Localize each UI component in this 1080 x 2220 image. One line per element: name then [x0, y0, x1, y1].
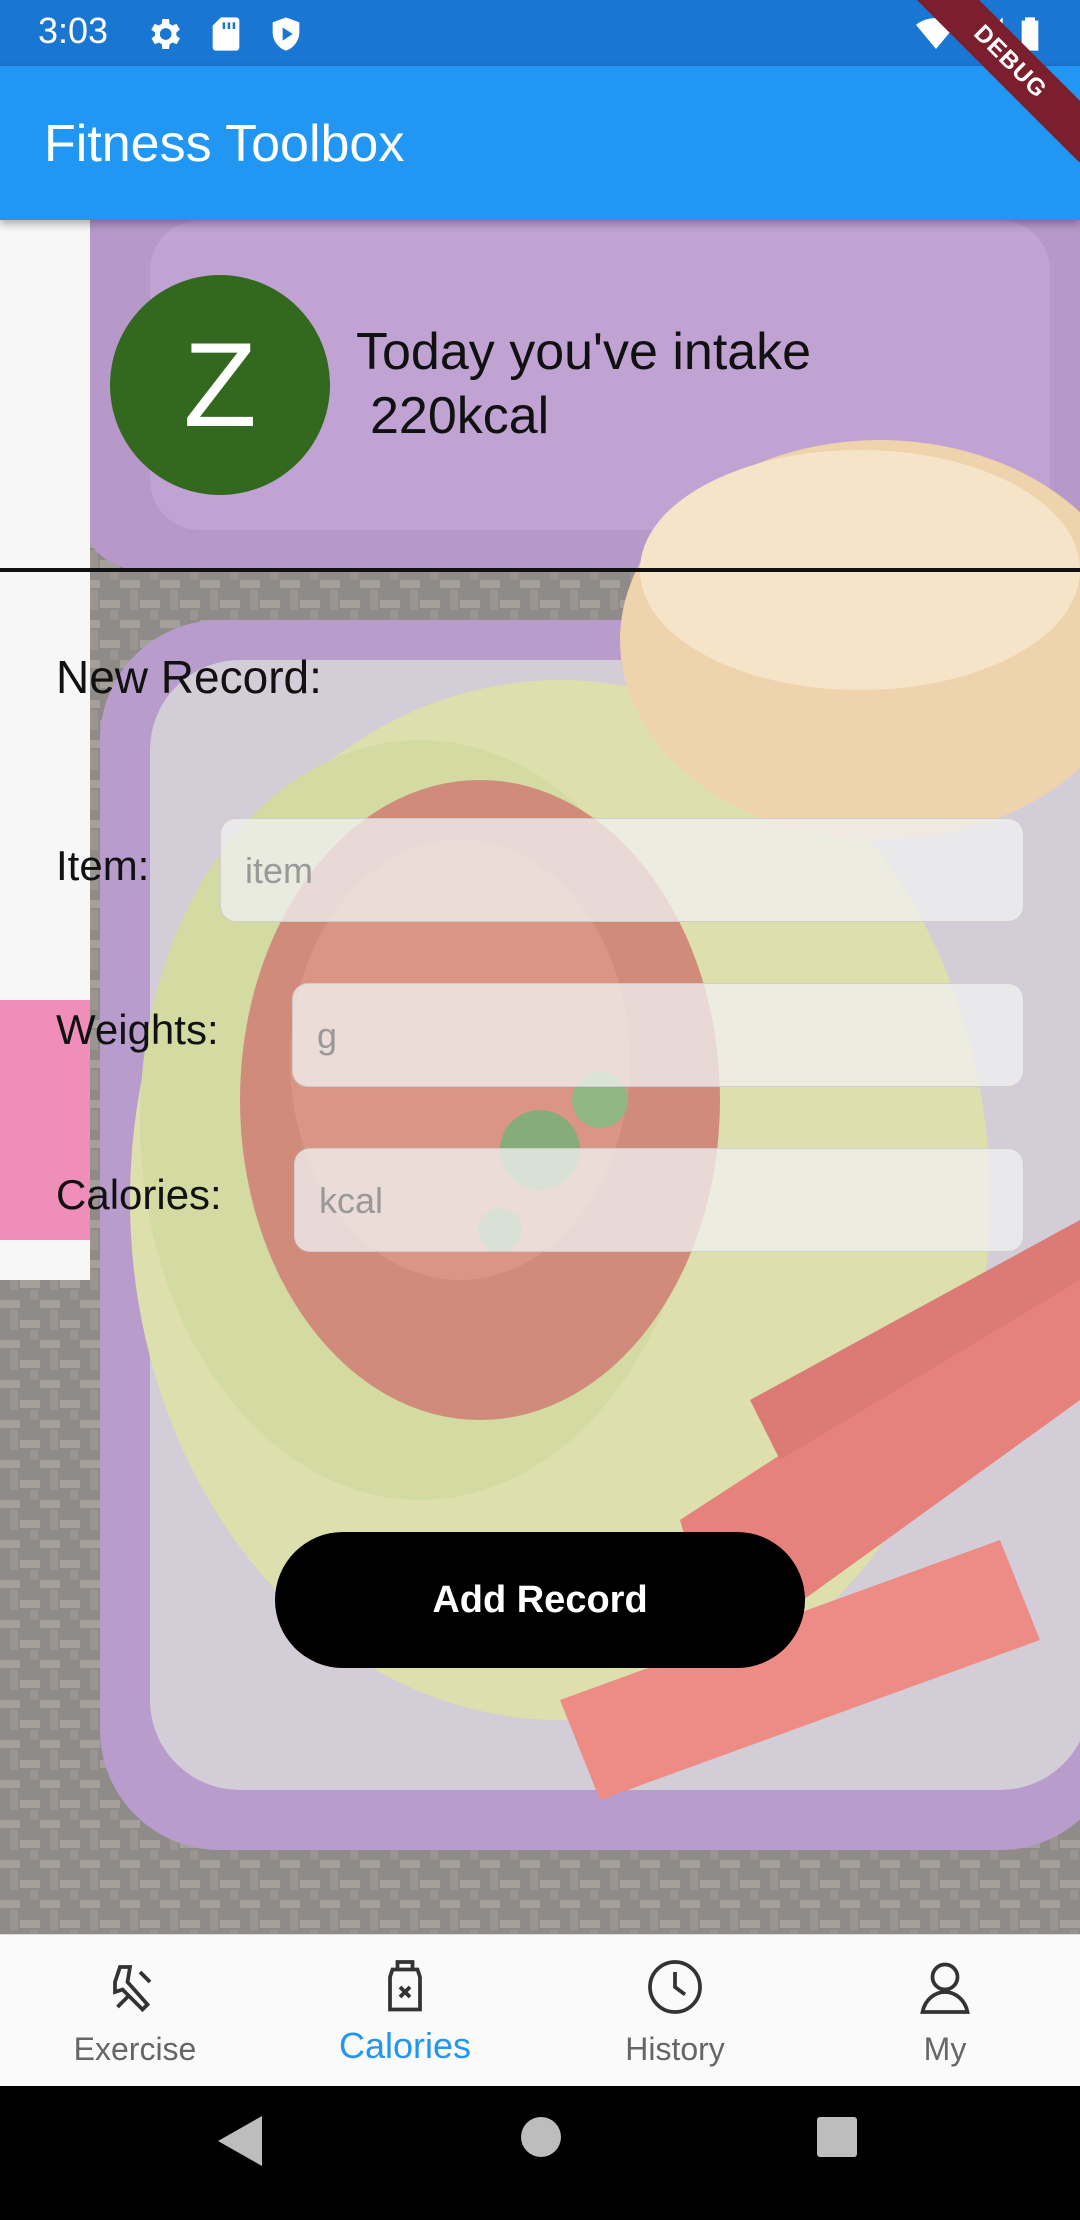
nav-item-my[interactable]: My — [810, 1935, 1080, 2087]
app-bar: Fitness Toolbox — [0, 66, 1080, 220]
clock-icon — [648, 1960, 702, 2014]
nav-label-exercise: Exercise — [73, 2031, 197, 2067]
intake-line-1: Today you've intake — [356, 323, 812, 381]
person-icon — [920, 1962, 970, 2014]
weights-label: Weights: — [56, 1006, 219, 1053]
nav-item-exercise[interactable]: Exercise — [0, 1935, 270, 2087]
nav-label-history: History — [625, 2031, 725, 2067]
nav-item-calories[interactable]: Calories — [270, 1935, 540, 2087]
bottom-nav: Exercise Calories History My — [0, 1934, 1080, 2087]
home-icon[interactable] — [520, 2116, 562, 2158]
calories-page: Z Today you've intake 220kcal New Record… — [0, 220, 1080, 1934]
dumbbell-icon — [113, 1965, 152, 2013]
add-record-button[interactable]: Add Record — [275, 1532, 805, 1668]
nav-item-history[interactable]: History — [540, 1935, 810, 2087]
system-nav-bar — [0, 2086, 1080, 2220]
intake-calories: 220kcal — [370, 387, 550, 445]
status-time: 3:03 — [38, 10, 109, 51]
nav-label-my: My — [923, 2031, 967, 2067]
item-input[interactable]: item — [220, 818, 1024, 922]
nav-label-calories: Calories — [338, 2025, 472, 2066]
recents-icon[interactable] — [816, 2116, 858, 2158]
calories-label: Calories: — [56, 1171, 222, 1218]
avatar[interactable]: Z — [110, 275, 330, 495]
status-bar: 3:03 — [0, 0, 1080, 66]
weights-input[interactable]: g — [292, 983, 1024, 1087]
intake-summary: Today you've intake 220kcal — [356, 320, 1056, 448]
app-title: Fitness Toolbox — [44, 115, 405, 173]
divider — [0, 568, 1080, 572]
calories-input[interactable]: kcal — [294, 1148, 1024, 1252]
new-record-heading: New Record: — [56, 651, 322, 703]
settings-icon — [151, 19, 180, 49]
sd-card-icon — [212, 17, 240, 51]
food-jar-icon — [388, 1960, 422, 2012]
back-icon[interactable] — [218, 2116, 262, 2166]
item-label: Item: — [56, 842, 150, 889]
shield-icon — [272, 17, 300, 51]
